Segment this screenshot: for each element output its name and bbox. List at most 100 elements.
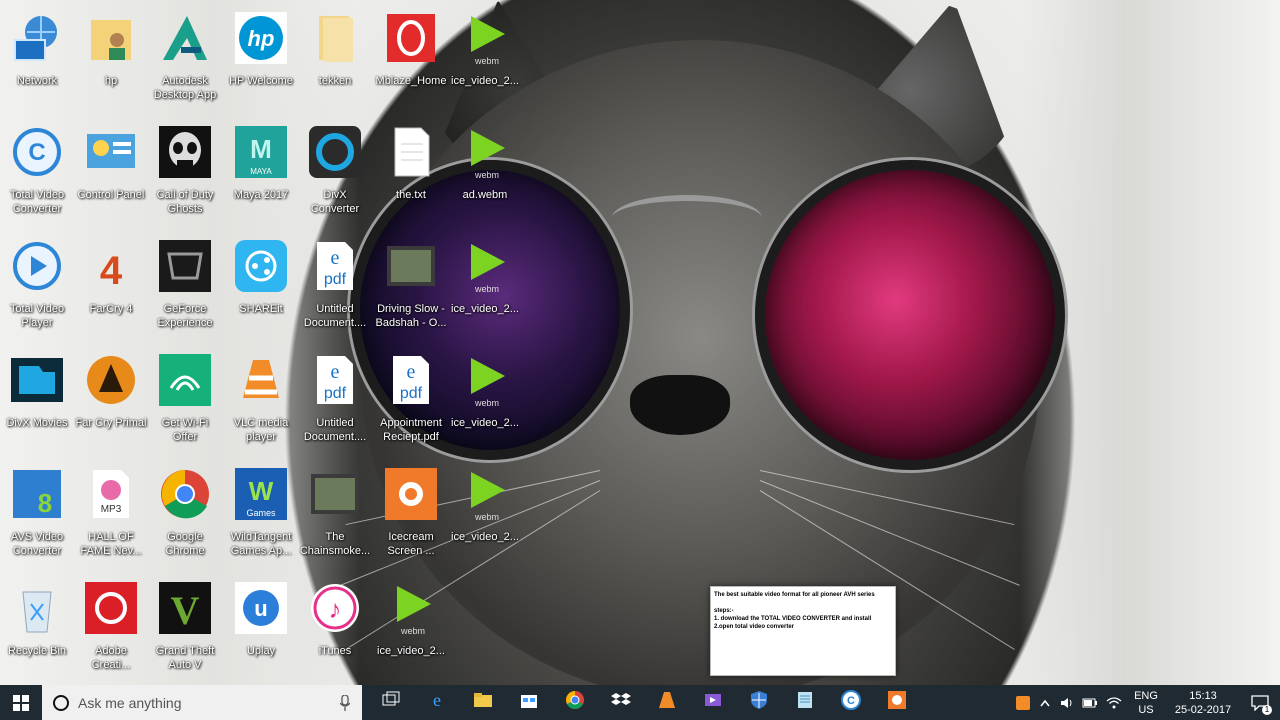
desktop-icon[interactable]: hp HP Welcome <box>224 6 298 88</box>
notification-count: 1 <box>1262 705 1272 715</box>
pdf-file-icon: e pdf <box>303 348 367 412</box>
taskbar-app-vlc[interactable] <box>644 685 690 720</box>
text-file-icon <box>379 120 443 184</box>
desktop-icon[interactable]: webm ad.webm <box>448 120 522 202</box>
desktop-icon[interactable]: SHAREit <box>224 234 298 316</box>
desktop-icon[interactable]: webm ice_video_2... <box>448 348 522 430</box>
desktop-icon[interactable]: M MAYA Maya 2017 <box>224 120 298 202</box>
desktop-icon-label: Total Video Player <box>9 303 65 329</box>
clock[interactable]: 15:13 25-02-2017 <box>1166 689 1240 717</box>
desktop-icon[interactable]: tekken <box>298 6 372 88</box>
total-video-player-icon <box>5 234 69 298</box>
svg-text:pdf: pdf <box>400 385 423 402</box>
defender-icon <box>748 689 770 716</box>
desktop-icon[interactable]: Autodesk Desktop App <box>148 6 222 102</box>
desktop-icon[interactable]: The Chainsmoke... <box>298 462 372 558</box>
desktop-icon-label: Appointment Reciept.pdf <box>380 417 442 443</box>
desktop-icon[interactable]: C Total Video Converter <box>0 120 74 216</box>
video-file-icon <box>303 462 367 526</box>
desktop-icon[interactable]: 8 AVS Video Converter <box>0 462 74 558</box>
taskbar-app-task-view[interactable] <box>368 685 414 720</box>
desktop-icon-label: Uplay <box>246 645 276 657</box>
recycle-bin-icon <box>5 576 69 640</box>
region-label: US <box>1138 703 1154 716</box>
taskbar-app-store[interactable] <box>506 685 552 720</box>
svg-text:u: u <box>254 596 267 621</box>
vlc-icon <box>229 348 293 412</box>
taskbar-app-video-editor[interactable] <box>690 685 736 720</box>
icecream-icon <box>379 462 443 526</box>
desktop-icon[interactable]: Network <box>0 6 74 88</box>
desktop-icon[interactable]: e pdf Untitled Document.... <box>298 234 372 330</box>
maya-icon: M MAYA <box>229 120 293 184</box>
wifi-offer-icon <box>153 348 217 412</box>
desktop-icon[interactable]: webm ice_video_2... <box>448 462 522 544</box>
desktop-icon[interactable]: GeForce Experience <box>148 234 222 330</box>
desktop-icon[interactable]: the.txt <box>374 120 448 202</box>
battery-icon[interactable] <box>1078 685 1102 720</box>
taskbar-app-total-video-converter[interactable]: C <box>828 685 874 720</box>
control-panel-icon <box>79 120 143 184</box>
tray-alert-icon[interactable] <box>1012 685 1034 720</box>
desktop-icon-label: Network <box>16 75 58 87</box>
pdf-file-icon: e pdf <box>303 234 367 298</box>
taskbar-app-dropbox[interactable] <box>598 685 644 720</box>
dropbox-icon <box>610 689 632 716</box>
desktop-icon-label: Untitled Document.... <box>303 303 367 329</box>
cortana-search-box[interactable]: Ask me anything <box>42 685 362 720</box>
desktop-icon[interactable]: Call of Duty Ghosts <box>148 120 222 216</box>
desktop-icon[interactable]: webm ice_video_2... <box>448 6 522 88</box>
desktop-icon[interactable]: Google Chrome <box>148 462 222 558</box>
desktop-icon[interactable]: DivX Converter <box>298 120 372 216</box>
pdf-file-icon: e pdf <box>379 348 443 412</box>
desktop-icon[interactable]: Get Wi-Fi Offer <box>148 348 222 444</box>
desktop-icon[interactable]: VLC media player <box>224 348 298 444</box>
itunes-icon: ♪ <box>303 576 367 640</box>
svg-text:webm: webm <box>474 284 499 294</box>
desktop-icon[interactable]: u Uplay <box>224 576 298 658</box>
wifi-icon[interactable] <box>1102 685 1126 720</box>
taskbar-app-chrome[interactable] <box>552 685 598 720</box>
desktop-icon[interactable]: MP3 HALL OF FAME Nev... <box>74 462 148 558</box>
language-indicator[interactable]: ENG US <box>1126 689 1166 717</box>
desktop-icon-label: iTunes <box>318 645 352 657</box>
desktop-icon[interactable]: webm ice_video_2... <box>448 234 522 316</box>
desktop-icon[interactable]: Driving Slow - Badshah - O... <box>374 234 448 330</box>
desktop-icon[interactable]: Total Video Player <box>0 234 74 330</box>
microphone-icon[interactable] <box>340 694 350 711</box>
desktop-icon[interactable]: V Grand Theft Auto V <box>148 576 222 672</box>
svg-text:W: W <box>249 476 274 506</box>
taskbar-app-file-explorer[interactable] <box>460 685 506 720</box>
desktop-icon[interactable]: Mblaze_Home <box>374 6 448 88</box>
taskbar-app-defender[interactable] <box>736 685 782 720</box>
desktop-icon[interactable]: ♪ iTunes <box>298 576 372 658</box>
action-center-button[interactable]: 1 <box>1240 685 1280 720</box>
notepad-icon <box>794 689 816 716</box>
desktop-icon[interactable]: W Games WildTangent Games Ap... <box>224 462 298 558</box>
desktop-icon[interactable]: DivX Movies <box>0 348 74 430</box>
desktop-icon[interactable]: Far Cry Primal <box>74 348 148 430</box>
glasses-bridge <box>612 195 762 241</box>
show-hidden-icons-chevron-icon[interactable] <box>1034 685 1056 720</box>
desktop-icon[interactable]: Recycle Bin <box>0 576 74 658</box>
desktop-icon-label: hp <box>104 75 118 87</box>
volume-icon[interactable] <box>1056 685 1078 720</box>
desktop-icon[interactable]: 4 FarCry 4 <box>74 234 148 316</box>
taskbar-app-icecream[interactable] <box>874 685 920 720</box>
taskbar-app-edge[interactable]: e <box>414 685 460 720</box>
desktop-icon-label: Far Cry Primal <box>75 417 147 429</box>
notepad-window[interactable]: The best suitable video format for all p… <box>710 586 896 676</box>
desktop-icon[interactable]: webm ice_video_2... <box>374 576 448 658</box>
task-view-icon <box>380 689 402 716</box>
desktop-icon[interactable]: Icecream Screen ... <box>374 462 448 558</box>
desktop-icon[interactable]: Control Panel <box>74 120 148 202</box>
desktop-icon[interactable]: e pdf Appointment Reciept.pdf <box>374 348 448 444</box>
taskbar-app-notepad[interactable] <box>782 685 828 720</box>
svg-text:pdf: pdf <box>324 271 347 288</box>
start-button[interactable] <box>0 685 42 720</box>
desktop-icon[interactable]: Adobe Creati... <box>74 576 148 672</box>
desktop-icon-label: Total Video Converter <box>9 189 65 215</box>
desktop-icon[interactable]: hp <box>74 6 148 88</box>
video-editor-icon <box>702 689 724 716</box>
desktop-icon[interactable]: e pdf Untitled Document.... <box>298 348 372 444</box>
